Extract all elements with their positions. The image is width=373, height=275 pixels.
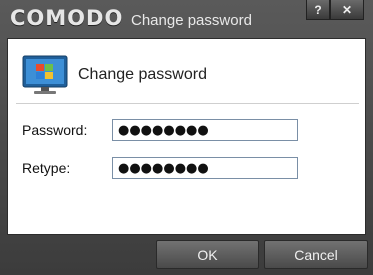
brand-logo: COMODO (10, 6, 124, 30)
close-button[interactable]: ✕ (330, 0, 364, 20)
header-title: Change password (78, 66, 207, 83)
retype-label: Retype: (22, 160, 71, 176)
content-panel: Change password Password: ●●●●●●●● Retyp… (7, 38, 366, 235)
help-button[interactable]: ? (306, 0, 330, 20)
password-field[interactable]: ●●●●●●●● (112, 119, 298, 141)
ok-button[interactable]: OK (156, 240, 259, 269)
monitor-windows-icon (22, 55, 68, 94)
cancel-button[interactable]: Cancel (264, 240, 368, 269)
password-label: Password: (22, 122, 88, 138)
close-icon: ✕ (341, 2, 353, 17)
divider (16, 103, 359, 104)
help-icon: ? (314, 2, 322, 17)
retype-password-field[interactable]: ●●●●●●●● (112, 157, 298, 179)
window-title: Change password (131, 12, 252, 29)
titlebar[interactable]: COMODO Change password ? ✕ (0, 0, 373, 38)
change-password-dialog: COMODO Change password ? ✕ Change passwo… (0, 0, 373, 275)
